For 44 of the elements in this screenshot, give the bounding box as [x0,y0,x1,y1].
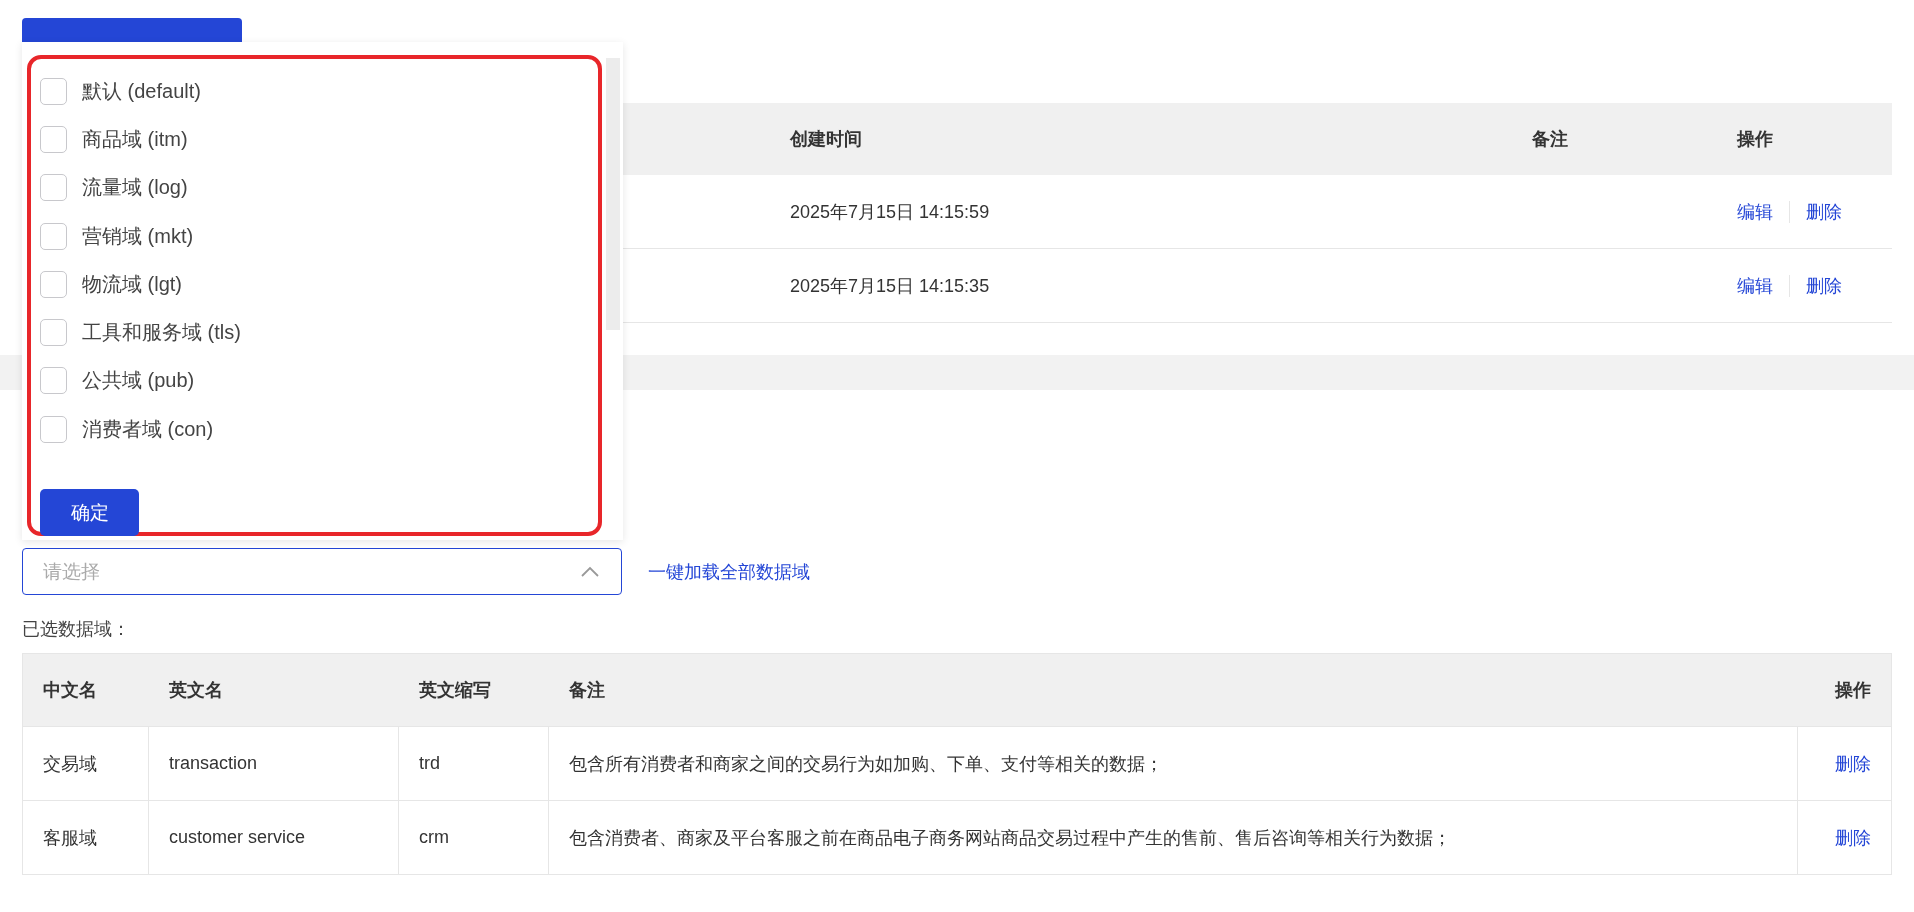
column-header: 中文名 [43,679,97,702]
column-header: 备注 [569,679,605,702]
column-header: 备注 [1532,128,1568,151]
delete-link[interactable]: 删除 [1835,825,1871,850]
edit-link[interactable]: 编辑 [1737,199,1773,224]
option-item[interactable]: 流量域 (log) [40,163,560,212]
load-all-link[interactable]: 一键加载全部数据域 [648,559,810,584]
edit-link[interactable]: 编辑 [1737,273,1773,298]
table-cell: trd [419,753,440,774]
option-item[interactable]: 消费者域 (con) [40,405,560,454]
table-cell: crm [419,827,449,848]
checkbox[interactable] [40,270,67,298]
option-item[interactable]: 物流域 (lgt) [40,260,560,309]
checkbox[interactable] [40,367,67,395]
column-header: 操作 [1737,128,1773,151]
column-header: 创建时间 [790,128,862,151]
column-header: 操作 [1835,679,1871,702]
option-item[interactable]: 默认 (default) [40,67,560,116]
delete-link[interactable]: 删除 [1806,273,1842,298]
chevron-icon [581,566,599,577]
option-item[interactable]: 营销域 (mkt) [40,211,560,261]
option-item[interactable]: 公共域 (pub) [40,356,560,406]
table-cell-text: 2025年7月15日 14:15:35 [790,274,990,298]
column-header: 英文缩写 [419,679,491,702]
checkbox[interactable] [40,77,67,105]
option-item[interactable]: 商品域 (itm) [40,115,560,164]
checkbox[interactable] [40,125,67,153]
delete-link[interactable]: 删除 [1835,751,1871,776]
checkbox[interactable] [40,222,67,250]
option-item[interactable]: 工具和服务域 (tls) [40,308,560,357]
table-cell-text: 2025年7月15日 14:15:59 [790,200,990,224]
confirm-button[interactable]: 确定 [40,489,139,537]
table-cell-text: 交易域 [43,752,97,776]
delete-link[interactable]: 删除 [1806,199,1842,224]
selected-domains-label: 已选数据域： [22,618,131,641]
checkbox[interactable] [40,319,67,347]
table-cell: transaction [169,753,258,774]
table-cell-text: 包含所有消费者和商家之间的交易行为如加购、下单、支付等相关的数据； [569,752,1163,776]
checkbox[interactable] [40,415,67,443]
column-header: 英文名 [169,679,223,702]
table-cell-text: 客服域 [43,826,97,850]
checkbox[interactable] [40,174,67,202]
table-cell: customer service [169,827,306,848]
table-cell-text: 包含消费者、商家及平台客服之前在商品电子商务网站商品交易过程中产生的售前、售后咨询等相关行为数据； [569,826,1451,850]
